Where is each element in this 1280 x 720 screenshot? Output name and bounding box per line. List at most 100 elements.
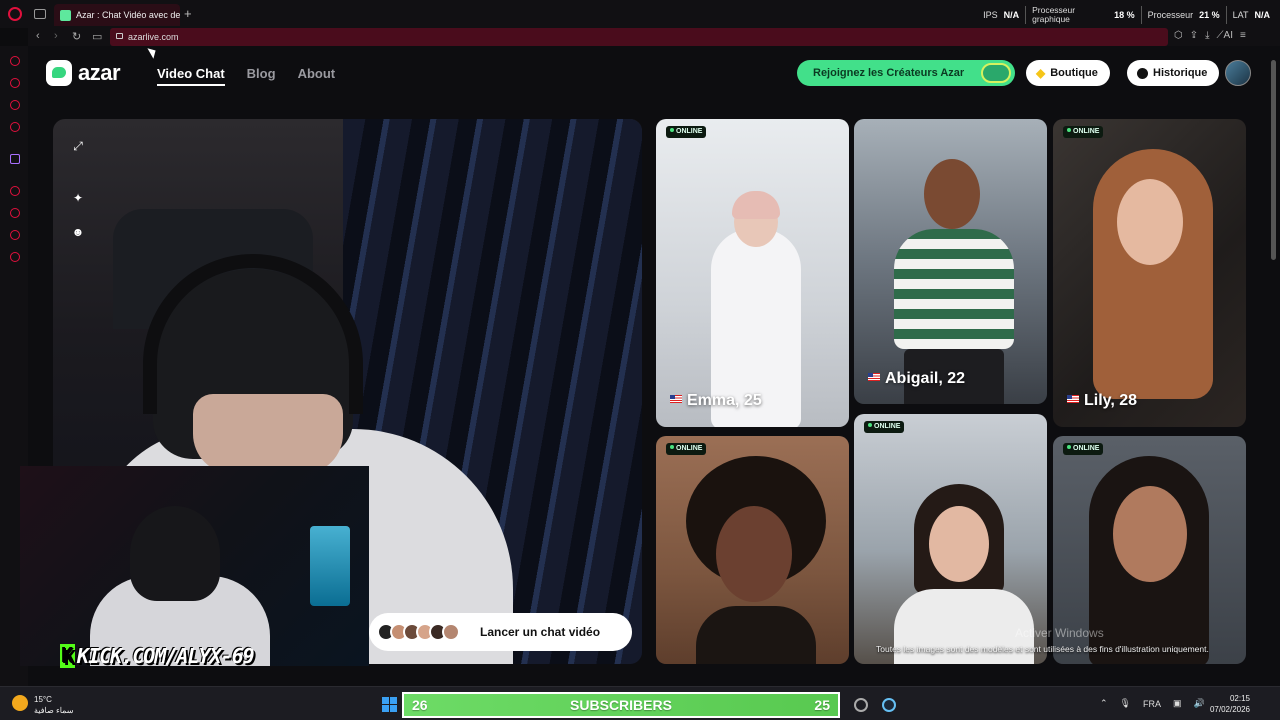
scrollbar[interactable]: [1271, 60, 1276, 260]
weather-sun-icon[interactable]: [12, 695, 28, 711]
system-stats: IPS N/A Processeur graphique 18 % Proces…: [983, 3, 1270, 27]
share-icon[interactable]: ⇪: [1190, 30, 1198, 41]
steam-icon[interactable]: [882, 698, 896, 712]
menu-icon[interactable]: ≡: [1240, 30, 1246, 41]
sidebar-messenger-icon[interactable]: [10, 78, 20, 88]
streamer-webcam-overlay: [20, 466, 369, 666]
back-icon[interactable]: ‹: [36, 30, 40, 42]
sidebar-twitch-icon[interactable]: [10, 154, 20, 164]
shop-button[interactable]: ◆ Boutique: [1026, 60, 1110, 86]
ips-label: IPS: [983, 10, 998, 20]
cpu-value: 21 %: [1199, 10, 1220, 20]
network-icon[interactable]: ▣: [1173, 698, 1182, 709]
new-tab-button[interactable]: +: [184, 6, 192, 21]
creators-badge-icon: [981, 63, 1011, 83]
facepile-avatar: [442, 623, 460, 641]
nav-about[interactable]: About: [298, 66, 336, 86]
tab-title: Azar : Chat Vidéo avec de: [76, 10, 180, 20]
user-facepile: [377, 623, 460, 641]
online-badge: ONLINE: [666, 126, 707, 138]
windows-taskbar: 15°C سماء صافية 26 SUBSCRIBERS 25 ⌃ 🎙 FR…: [0, 686, 1280, 720]
profile-name: Lily, 28: [1067, 392, 1137, 410]
subs-right: 25: [814, 697, 830, 713]
azar-logo-icon: [46, 60, 72, 86]
address-bar-row: ‹ › ↻ ▭ azarlive.com ⬡ ⇪ ⤓ ⟋AI ≡: [28, 28, 1280, 46]
profile-name: Abigail, 22: [868, 370, 965, 388]
weather-widget[interactable]: 15°C سماء صافية: [34, 694, 74, 716]
gpu-value: 18 %: [1114, 10, 1135, 20]
system-tray: ⌃ 🎙 FRA ▣ 🔊: [1100, 698, 1205, 709]
nav-blog[interactable]: Blog: [247, 66, 276, 86]
url-field[interactable]: azarlive.com: [110, 28, 1168, 46]
figure-face: [924, 159, 980, 229]
url-text: azarlive.com: [128, 32, 179, 42]
figure-face: [1113, 486, 1187, 582]
gpu-label: Processeur graphique: [1032, 5, 1076, 24]
sidebar-player-icon[interactable]: [10, 186, 20, 196]
browser-titlebar: Azar : Chat Vidéo avec de + IPS N/A Proc…: [0, 0, 1280, 28]
language-indicator[interactable]: FRA: [1143, 699, 1161, 709]
join-creators-button[interactable]: Rejoignez les Créateurs Azar: [797, 60, 1015, 86]
history-button[interactable]: Historique: [1127, 60, 1220, 86]
clock[interactable]: 02:15 07/02/2026: [1208, 693, 1250, 715]
online-badge: ONLINE: [864, 421, 905, 433]
ai-button[interactable]: ⟋AI: [1217, 30, 1233, 41]
tray-chevron-icon[interactable]: ⌃: [1100, 698, 1108, 709]
profile-card-lily[interactable]: ONLINE Lily, 28: [1053, 119, 1246, 427]
lat-label: LAT: [1232, 10, 1249, 20]
profile-name: Emma, 25: [670, 392, 762, 410]
forward-icon[interactable]: ›: [54, 30, 58, 42]
profile-card-4[interactable]: ONLINE: [656, 436, 849, 664]
launch-label: Lancer un chat vidéo: [480, 625, 601, 639]
sidebar-history-icon[interactable]: [10, 208, 20, 218]
windows-start-icon[interactable]: [382, 697, 397, 712]
lock-icon: [116, 33, 123, 39]
volume-icon[interactable]: 🔊: [1194, 698, 1205, 709]
azar-logo[interactable]: azar: [46, 60, 121, 86]
launch-video-chat-button[interactable]: Lancer un chat vidéo: [369, 613, 632, 651]
workspaces-icon[interactable]: [34, 9, 46, 19]
sidebar-whatsapp-icon[interactable]: [10, 122, 20, 132]
effects-wand-icon[interactable]: ✦: [70, 190, 86, 206]
kick-channel-label: K KICK.COM/ALYX-69: [60, 644, 255, 668]
browser-tools: ⬡ ⇪ ⤓ ⟋AI ≡: [1174, 30, 1246, 41]
profile-card-emma[interactable]: ONLINE Emma, 25: [656, 119, 849, 427]
subscribers-goal-bar: 26 SUBSCRIBERS 25: [402, 692, 840, 718]
figure-sweater: [894, 229, 1014, 349]
ips-value: N/A: [1003, 10, 1020, 20]
us-flag-icon: [670, 395, 682, 403]
person-face: [193, 394, 343, 474]
fullscreen-icon[interactable]: ⤢: [70, 138, 86, 154]
divider: [1025, 6, 1027, 24]
profile-card-abigail[interactable]: Abigail, 22: [854, 119, 1047, 404]
mic-icon[interactable]: 🎙: [1120, 698, 1131, 709]
camera-icon[interactable]: ▭: [92, 30, 102, 43]
opera-logo-icon[interactable]: [8, 7, 22, 21]
sidebar-chat-icon[interactable]: [10, 100, 20, 110]
download-icon[interactable]: ⤓: [1205, 30, 1209, 41]
main-nav: Video Chat Blog About: [157, 66, 335, 86]
obs-icon[interactable]: [854, 698, 868, 712]
figure-face: [929, 506, 989, 582]
streamer-head: [130, 506, 220, 601]
online-badge: ONLINE: [1063, 443, 1104, 455]
us-flag-icon: [1067, 395, 1079, 403]
figure-top: [696, 606, 816, 664]
reload-icon[interactable]: ↻: [72, 30, 81, 43]
activate-windows-watermark: Activer Windows: [1015, 626, 1104, 640]
gem-icon: ◆: [1036, 66, 1046, 80]
figure-beanie: [732, 191, 780, 219]
online-badge: ONLINE: [1063, 126, 1104, 138]
figure-face: [716, 506, 792, 602]
nav-video-chat[interactable]: Video Chat: [157, 66, 225, 86]
us-flag-icon: [868, 373, 880, 381]
sidebar-settings-icon[interactable]: [10, 252, 20, 262]
azar-favicon-icon: [60, 9, 71, 21]
browser-tab[interactable]: Azar : Chat Vidéo avec de: [54, 4, 180, 26]
sticker-face-icon[interactable]: ☻: [70, 224, 86, 240]
sidebar-refresh-icon[interactable]: [10, 56, 20, 66]
online-badge: ONLINE: [666, 443, 707, 455]
sidebar-extensions-icon[interactable]: [10, 230, 20, 240]
extensions-icon[interactable]: ⬡: [1174, 30, 1183, 41]
user-avatar[interactable]: [1225, 60, 1251, 86]
